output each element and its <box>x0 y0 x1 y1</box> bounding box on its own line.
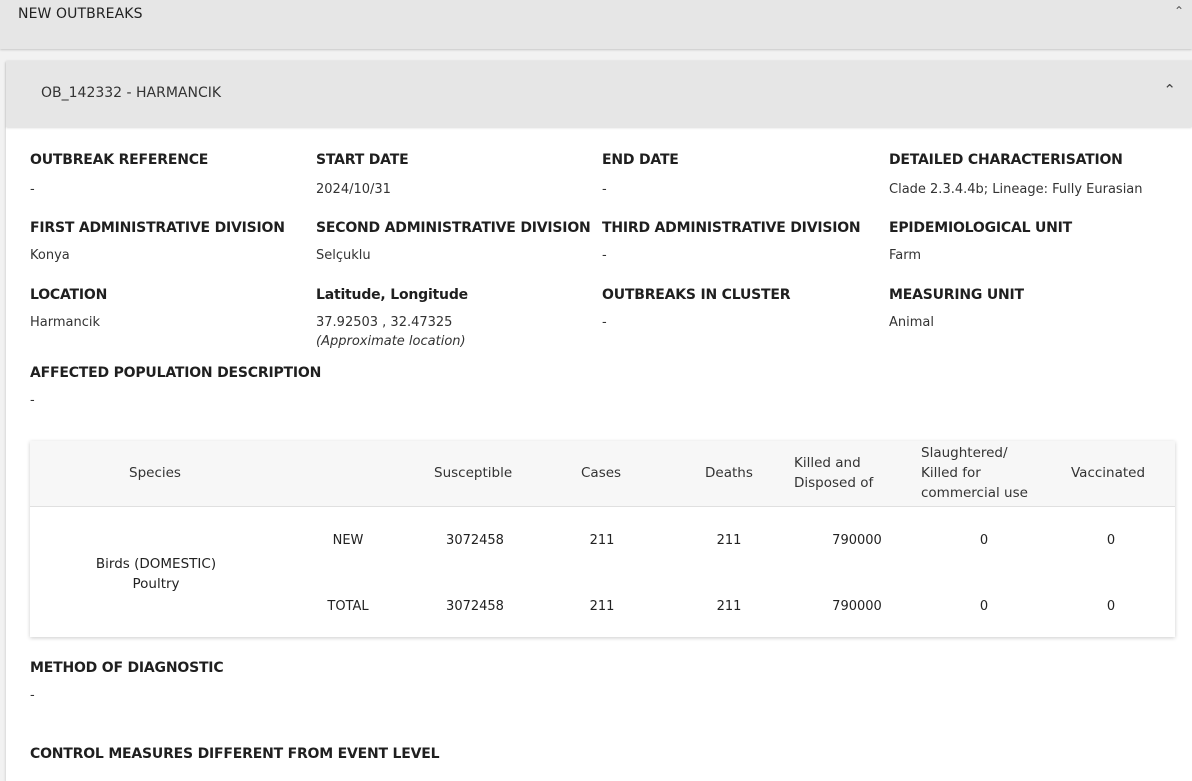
new-outbreaks-header[interactable]: NEW OUTBREAKS ⌃ <box>0 0 1192 49</box>
outbreak-panel: OB_142332 - HARMANCIK ⌃ OUTBREAK REFEREN… <box>6 61 1192 781</box>
row-type: TOTAL <box>327 599 369 614</box>
col-cases: Cases <box>581 465 622 481</box>
col-deaths: Deaths <box>705 465 753 481</box>
field-control-measures: CONTROL MEASURES DIFFERENT FROM EVENT LE… <box>30 746 440 762</box>
section-title: NEW OUTBREAKS <box>18 6 143 22</box>
field-third-admin-division: THIRD ADMINISTRATIVE DIVISION - <box>602 220 861 263</box>
field-first-admin-division: FIRST ADMINISTRATIVE DIVISION Konya <box>30 220 285 263</box>
outbreak-panel-header[interactable]: OB_142332 - HARMANCIK ⌃ <box>6 61 1192 127</box>
chevron-up-icon[interactable]: ⌃ <box>1163 81 1176 99</box>
cell-susceptible: 3072458 <box>446 533 504 548</box>
field-second-admin-division: SECOND ADMINISTRATIVE DIVISION Selçuklu <box>316 220 591 263</box>
field-latitude-longitude: Latitude, Longitude 37.92503 , 32.47325 … <box>316 287 596 351</box>
field-start-date: START DATE 2024/10/31 <box>316 152 409 197</box>
field-method-of-diagnostic: METHOD OF DIAGNOSTIC - <box>30 660 224 703</box>
col-slaughtered: Slaughtered/ Killed for commercial use <box>921 445 1028 501</box>
field-outbreaks-in-cluster: OUTBREAKS IN CLUSTER - <box>602 287 791 330</box>
field-epidemiological-unit: EPIDEMIOLOGICAL UNIT Farm <box>889 220 1073 263</box>
cell-deaths: 211 <box>716 599 742 614</box>
field-detailed-characterisation: DETAILED CHARACTERISATION Clade 2.3.4.4b… <box>889 152 1143 197</box>
col-species: Species <box>129 465 181 481</box>
cell-cases: 211 <box>589 533 615 548</box>
cell-vaccinated: 0 <box>1106 533 1116 548</box>
chevron-up-icon[interactable]: ⌃ <box>1174 4 1184 18</box>
species-table: Species Susceptible Cases Deaths Killed … <box>30 441 1175 637</box>
cell-cases: 211 <box>589 599 615 614</box>
field-outbreak-reference: OUTBREAK REFERENCE - <box>30 152 209 197</box>
outbreak-title: OB_142332 - HARMANCIK <box>41 85 222 101</box>
row-type: NEW <box>332 533 364 548</box>
field-end-date: END DATE - <box>602 152 679 197</box>
approximate-location-note: (Approximate location) <box>316 334 466 349</box>
field-measuring-unit: MEASURING UNIT Animal <box>889 287 1024 330</box>
cell-slaughtered: 0 <box>979 599 989 614</box>
cell-killed: 790000 <box>832 599 882 614</box>
col-susceptible: Susceptible <box>434 465 513 481</box>
col-vaccinated: Vaccinated <box>1071 465 1146 481</box>
cell-killed: 790000 <box>832 533 882 548</box>
cell-susceptible: 3072458 <box>446 599 504 614</box>
field-location: LOCATION Harmancik <box>30 287 108 330</box>
cell-slaughtered: 0 <box>979 533 989 548</box>
species-cell: Birds (DOMESTIC) Poultry <box>95 556 217 592</box>
field-affected-population: AFFECTED POPULATION DESCRIPTION - <box>30 365 322 408</box>
table-header: Species Susceptible Cases Deaths Killed … <box>30 441 1175 507</box>
cell-deaths: 211 <box>716 533 742 548</box>
cell-vaccinated: 0 <box>1106 599 1116 614</box>
col-killed-disposed: Killed and Disposed of <box>794 455 874 491</box>
